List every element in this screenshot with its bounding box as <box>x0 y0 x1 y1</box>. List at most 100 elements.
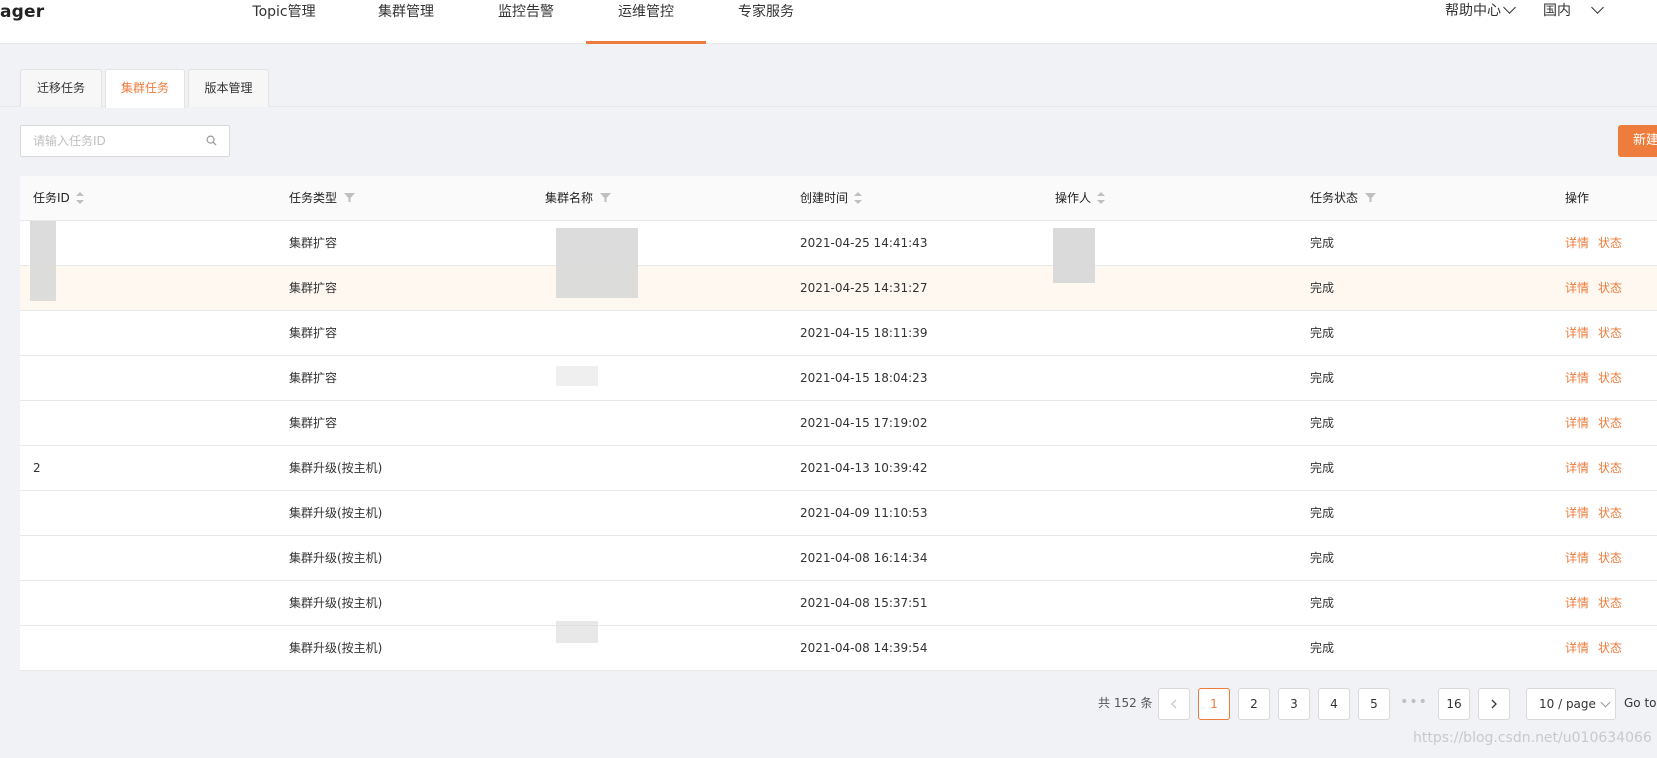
status-link[interactable]: 状态 <box>1598 326 1622 340</box>
cell-task-type: 集群升级(按主机) <box>289 596 383 610</box>
next-page-button[interactable] <box>1478 688 1510 720</box>
table-row: 集群升级(按主机) 2021-04-08 15:37:51 完成 详情 状态 <box>20 581 1657 626</box>
cell-created-time: 2021-04-09 11:10:53 <box>800 506 928 520</box>
cluster-task-table: 任务ID 任务类型 集群名称 创建时间 操作人 任务状态 操作 集群扩容 2021… <box>20 176 1657 671</box>
cell-task-type: 集群扩容 <box>289 236 338 250</box>
column-label: 集群名称 <box>545 191 594 205</box>
help-center-menu[interactable]: 帮助中心 <box>1445 0 1516 24</box>
detail-link[interactable]: 详情 <box>1565 281 1589 295</box>
column-task-type[interactable]: 任务类型 <box>289 176 356 221</box>
page-4[interactable]: 4 <box>1318 688 1350 720</box>
cell-task-status: 完成 <box>1310 641 1335 655</box>
column-operator[interactable]: 操作人 <box>1055 176 1106 221</box>
cell-task-type: 集群扩容 <box>289 371 338 385</box>
detail-link[interactable]: 详情 <box>1565 326 1589 340</box>
page-2[interactable]: 2 <box>1238 688 1270 720</box>
nav-cluster-management[interactable]: 集群管理 <box>370 0 442 44</box>
tab-migration-tasks[interactable]: 迁移任务 <box>20 69 102 107</box>
filter-icon[interactable] <box>1365 193 1377 202</box>
prev-page-button[interactable] <box>1158 688 1190 720</box>
cell-task-status: 完成 <box>1310 551 1335 565</box>
status-link[interactable]: 状态 <box>1598 461 1622 475</box>
top-header: ager Topic管理 集群管理 监控告警 运维管控 专家服务 帮助中心 国内 <box>0 0 1657 44</box>
column-label: 任务类型 <box>289 191 338 205</box>
sort-icon[interactable] <box>854 192 863 204</box>
sort-icon[interactable] <box>1097 192 1106 204</box>
detail-link[interactable]: 详情 <box>1565 461 1589 475</box>
search-icon[interactable] <box>206 135 217 146</box>
nav-ops-control[interactable]: 运维管控 <box>586 0 706 44</box>
cell-actions: 详情 状态 <box>1565 401 1631 445</box>
status-link[interactable]: 状态 <box>1598 281 1622 295</box>
filter-icon[interactable] <box>344 193 356 202</box>
cell-actions: 详情 状态 <box>1565 626 1631 670</box>
table-row: 集群扩容 2021-04-15 18:11:39 完成 详情 状态 <box>20 311 1657 356</box>
page-3[interactable]: 3 <box>1278 688 1310 720</box>
nav-monitoring-alerts[interactable]: 监控告警 <box>490 0 562 44</box>
column-label: 创建时间 <box>800 191 849 205</box>
sort-icon[interactable] <box>75 192 84 204</box>
detail-link[interactable]: 详情 <box>1565 371 1589 385</box>
cell-task-status: 完成 <box>1310 596 1335 610</box>
redaction-mask <box>556 621 598 643</box>
search-input[interactable] <box>21 126 191 156</box>
cell-task-type: 集群升级(按主机) <box>289 506 383 520</box>
status-link[interactable]: 状态 <box>1598 236 1622 250</box>
cell-created-time: 2021-04-08 14:39:54 <box>800 641 928 655</box>
filter-icon[interactable] <box>600 193 612 202</box>
status-link[interactable]: 状态 <box>1598 506 1622 520</box>
cell-actions: 详情 状态 <box>1565 581 1631 625</box>
nav-topic-management[interactable]: Topic管理 <box>244 0 324 44</box>
nav-expert-service[interactable]: 专家服务 <box>730 0 802 44</box>
column-cluster-name[interactable]: 集群名称 <box>545 176 612 221</box>
page-16[interactable]: 16 <box>1438 688 1470 720</box>
page-1[interactable]: 1 <box>1198 688 1230 720</box>
redaction-mask <box>1053 228 1095 283</box>
table-row: 集群扩容 2021-04-15 18:04:23 完成 详情 状态 <box>20 356 1657 401</box>
column-label: 任务状态 <box>1310 191 1359 205</box>
table-row: 集群扩容 2021-04-25 14:41:43 完成 详情 状态 <box>20 221 1657 266</box>
column-created-time[interactable]: 创建时间 <box>800 176 863 221</box>
detail-link[interactable]: 详情 <box>1565 596 1589 610</box>
status-link[interactable]: 状态 <box>1598 596 1622 610</box>
cell-actions: 详情 状态 <box>1565 536 1631 580</box>
page-size-label: 10 / page <box>1539 697 1596 711</box>
cell-task-status: 完成 <box>1310 371 1335 385</box>
column-label: 任务ID <box>33 191 70 205</box>
tab-cluster-tasks[interactable]: 集群任务 <box>105 69 185 108</box>
column-task-id[interactable]: 任务ID <box>33 176 84 221</box>
table-row: 集群扩容 2021-04-25 14:31:27 完成 详情 状态 <box>20 266 1657 311</box>
status-link[interactable]: 状态 <box>1598 641 1622 655</box>
cell-task-status: 完成 <box>1310 326 1335 340</box>
status-link[interactable]: 状态 <box>1598 416 1622 430</box>
column-task-status[interactable]: 任务状态 <box>1310 176 1377 221</box>
goto-label: Go to <box>1624 696 1657 710</box>
total-count: 共 152 条 <box>1098 696 1153 710</box>
cell-task-type: 集群升级(按主机) <box>289 461 383 475</box>
detail-link[interactable]: 详情 <box>1565 641 1589 655</box>
status-link[interactable]: 状态 <box>1598 551 1622 565</box>
cell-task-type: 集群升级(按主机) <box>289 551 383 565</box>
cell-task-status: 完成 <box>1310 281 1335 295</box>
status-link[interactable]: 状态 <box>1598 371 1622 385</box>
detail-link[interactable]: 详情 <box>1565 551 1589 565</box>
cell-created-time: 2021-04-08 16:14:34 <box>800 551 928 565</box>
cell-task-status: 完成 <box>1310 416 1335 430</box>
cell-created-time: 2021-04-25 14:31:27 <box>800 281 928 295</box>
page-ellipsis[interactable]: ••• <box>1398 688 1430 720</box>
tab-version-management[interactable]: 版本管理 <box>188 69 269 107</box>
table-header: 任务ID 任务类型 集群名称 创建时间 操作人 任务状态 操作 <box>20 176 1657 221</box>
new-task-button[interactable]: 新建 <box>1618 125 1657 157</box>
cell-task-type: 集群扩容 <box>289 326 338 340</box>
detail-link[interactable]: 详情 <box>1565 416 1589 430</box>
cell-actions: 详情 状态 <box>1565 311 1631 355</box>
page-5[interactable]: 5 <box>1358 688 1390 720</box>
detail-link[interactable]: 详情 <box>1565 506 1589 520</box>
region-select[interactable]: 国内 <box>1543 0 1604 24</box>
redaction-mask <box>556 228 638 298</box>
detail-link[interactable]: 详情 <box>1565 236 1589 250</box>
cell-created-time: 2021-04-15 17:19:02 <box>800 416 928 430</box>
page-size-select[interactable]: 10 / page <box>1526 688 1616 720</box>
redaction-mask <box>30 221 56 301</box>
cell-task-type: 集群扩容 <box>289 416 338 430</box>
